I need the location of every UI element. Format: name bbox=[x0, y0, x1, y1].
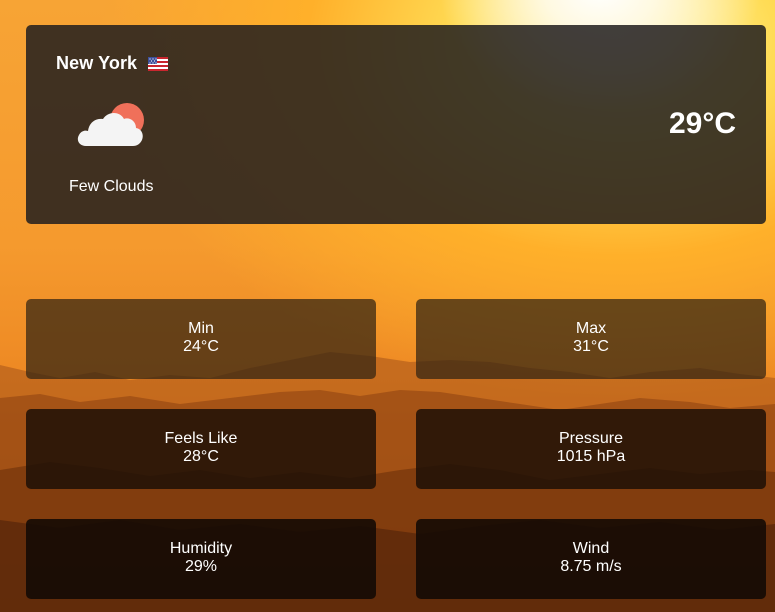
stat-max-label: Max bbox=[575, 320, 607, 337]
stat-pressure-card: Pressure 1015 hPa bbox=[416, 409, 766, 489]
current-weather-card: New York Few Clouds 29°C bbox=[26, 25, 766, 224]
stat-humidity-value: 29% bbox=[184, 558, 218, 575]
stat-max-card: Max 31°C bbox=[416, 299, 766, 379]
stat-min-card: Min 24°C bbox=[26, 299, 376, 379]
current-temperature: 29°C bbox=[668, 107, 736, 140]
city-name: New York bbox=[56, 53, 138, 73]
stat-min-value: 24°C bbox=[183, 338, 219, 355]
stat-min-label: Min bbox=[188, 320, 214, 337]
stat-pressure-value: 1015 hPa bbox=[556, 448, 626, 465]
stat-feels-like-label: Feels Like bbox=[164, 430, 238, 447]
stat-max-value: 31°C bbox=[573, 338, 609, 355]
weather-description: Few Clouds bbox=[69, 178, 154, 195]
stat-feels-like-value: 28°C bbox=[183, 448, 219, 465]
stat-humidity-label: Humidity bbox=[169, 540, 233, 557]
stat-wind-value: 8.75 m/s bbox=[560, 558, 622, 575]
stat-humidity-card: Humidity 29% bbox=[26, 519, 376, 599]
partly-cloudy-icon bbox=[77, 103, 144, 146]
us-flag-icon bbox=[148, 57, 168, 71]
stat-feels-like-card: Feels Like 28°C bbox=[26, 409, 376, 489]
stat-pressure-label: Pressure bbox=[558, 430, 624, 447]
stat-wind-card: Wind 8.75 m/s bbox=[416, 519, 766, 599]
stat-wind-label: Wind bbox=[572, 540, 610, 557]
